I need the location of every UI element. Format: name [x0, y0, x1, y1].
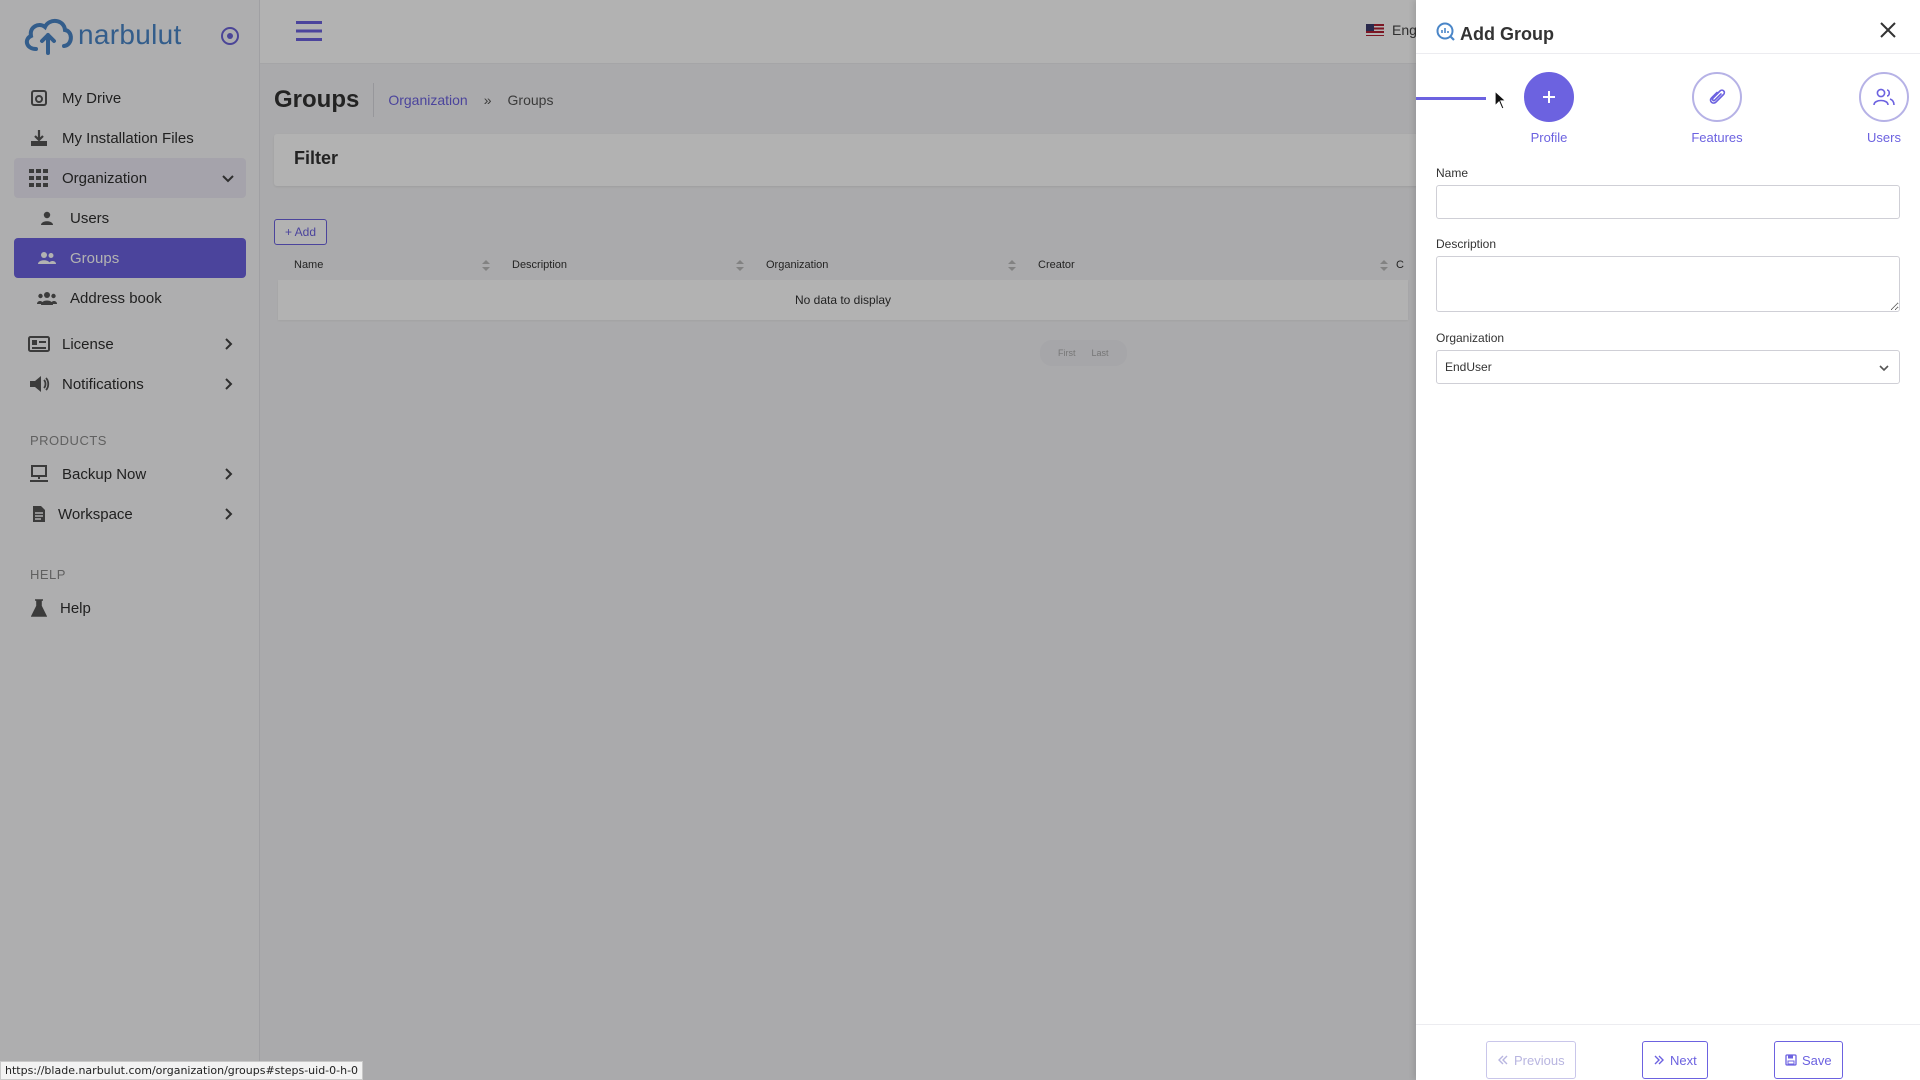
- organization-select[interactable]: EndUser: [1436, 350, 1900, 384]
- name-group: Name: [1436, 166, 1900, 219]
- step-features[interactable]: Features: [1667, 72, 1767, 145]
- floppy-disk-icon: [1785, 1054, 1797, 1066]
- step-label: Users: [1867, 130, 1901, 145]
- paperclip-icon: [1692, 72, 1742, 122]
- organization-selected-value: EndUser: [1445, 360, 1492, 374]
- save-button[interactable]: Save: [1774, 1041, 1843, 1079]
- add-group-drawer: Add Group Profile Features Users Name De…: [1416, 0, 1920, 1080]
- step-label: Profile: [1530, 130, 1568, 145]
- plus-icon: [1524, 72, 1574, 122]
- add-group-icon: [1436, 22, 1455, 41]
- modal-backdrop[interactable]: [0, 0, 1416, 1080]
- mouse-cursor-icon: [1494, 90, 1508, 110]
- previous-button-label: Previous: [1514, 1052, 1565, 1068]
- drawer-header: Add Group: [1416, 0, 1920, 54]
- browser-status-url: https://blade.narbulut.com/organization/…: [0, 1061, 364, 1080]
- description-group: Description: [1436, 237, 1900, 317]
- double-chevron-right-icon: [1654, 1055, 1664, 1065]
- name-input[interactable]: [1436, 185, 1900, 219]
- previous-button[interactable]: Previous: [1486, 1041, 1576, 1079]
- name-label: Name: [1436, 166, 1469, 180]
- users-icon: [1859, 72, 1909, 122]
- drawer-footer: Previous Next Save: [1416, 1024, 1920, 1080]
- step-progress-line: [1416, 97, 1486, 100]
- save-button-label: Save: [1802, 1052, 1832, 1068]
- next-button-label: Next: [1670, 1052, 1697, 1068]
- close-icon[interactable]: [1878, 20, 1898, 40]
- drawer-title: Add Group: [1460, 24, 1554, 44]
- step-profile[interactable]: Profile: [1499, 72, 1599, 145]
- description-textarea[interactable]: [1436, 256, 1900, 312]
- wizard-steps: Profile Features Users: [1416, 72, 1920, 148]
- chevron-down-icon: [1879, 365, 1889, 372]
- double-chevron-left-icon: [1498, 1055, 1508, 1065]
- organization-group: Organization EndUser: [1436, 331, 1900, 384]
- next-button[interactable]: Next: [1642, 1041, 1708, 1079]
- organization-label: Organization: [1436, 331, 1505, 345]
- description-label: Description: [1436, 237, 1497, 251]
- step-label: Features: [1691, 130, 1743, 145]
- step-users[interactable]: Users: [1834, 72, 1920, 145]
- group-form: Name Description Organization EndUser: [1436, 166, 1900, 400]
